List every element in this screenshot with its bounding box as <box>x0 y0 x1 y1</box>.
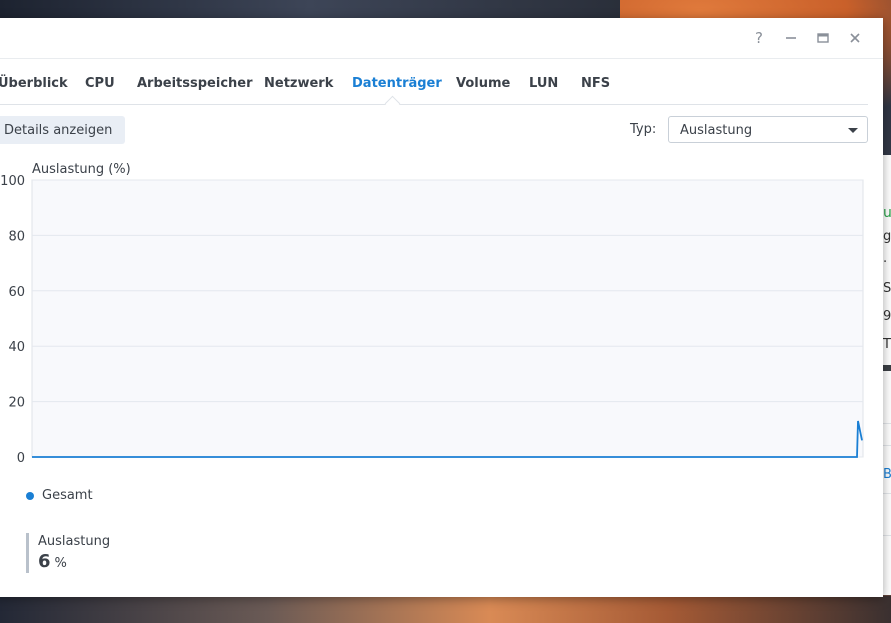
close-glyph <box>850 33 860 43</box>
y-tick-label: 20 <box>8 396 25 411</box>
background-text-fragment: g <box>883 229 891 244</box>
background-text-fragment: S <box>883 281 891 296</box>
y-tick-label: 60 <box>8 285 25 300</box>
y-tick-label: 0 <box>17 451 25 466</box>
tab-nfs[interactable]: NFS <box>581 76 610 91</box>
usage-metric: Auslastung 6% <box>26 533 110 573</box>
background-text-fragment: . <box>883 251 888 266</box>
tab-memory[interactable]: Arbeitsspeicher <box>137 76 253 91</box>
help-icon[interactable]: ? <box>749 28 769 48</box>
background-text-fragment: T <box>883 337 891 352</box>
chart-title: Auslastung (%) <box>32 162 131 177</box>
tab-disk[interactable]: Datenträger <box>352 76 442 91</box>
plot-area <box>31 179 864 458</box>
metric-label: Auslastung <box>38 534 111 549</box>
y-tick-label: 100 <box>0 174 25 189</box>
maximize-icon[interactable] <box>813 28 833 48</box>
usage-chart: Auslastung (%) 100 80 60 40 20 0 <box>0 162 864 466</box>
tab-bar: Überblick CPU Arbeitsspeicher Netzwerk D… <box>0 58 868 112</box>
desktop-wallpaper-bottom <box>0 596 891 623</box>
resource-monitor-window: ? Überblick CPU Arbeitsspeicher Netzwerk… <box>0 18 883 597</box>
tab-volume[interactable]: Volume <box>456 76 510 91</box>
active-tab-indicator <box>384 95 401 112</box>
type-label: Typ: <box>630 122 657 137</box>
chart-legend[interactable]: Gesamt <box>26 488 93 503</box>
chevron-down-icon <box>848 128 858 133</box>
legend-label: Gesamt <box>42 488 93 503</box>
tab-cpu[interactable]: CPU <box>85 76 115 91</box>
y-tick-label: 80 <box>8 229 25 244</box>
type-select-value: Auslastung <box>680 123 753 138</box>
type-select[interactable]: Auslastung <box>668 116 868 143</box>
tab-lun[interactable]: LUN <box>529 76 558 91</box>
details-button[interactable]: Details anzeigen <box>0 116 125 144</box>
metric-value: 6 <box>38 551 51 572</box>
minimize-glyph <box>786 37 796 39</box>
y-tick-label: 40 <box>8 340 25 355</box>
background-text-fragment: B/ <box>883 467 891 482</box>
chart-body: 100 80 60 40 20 0 <box>0 174 864 466</box>
legend-dot-icon <box>26 491 34 500</box>
maximize-glyph <box>817 33 829 43</box>
metric-unit: % <box>54 556 67 571</box>
tab-network[interactable]: Netzwerk <box>264 76 333 91</box>
tab-overview[interactable]: Überblick <box>0 76 68 91</box>
desktop-wallpaper-top <box>0 0 620 20</box>
window-titlebar[interactable]: ? <box>0 18 883 59</box>
background-text-fragment: u <box>883 205 891 221</box>
close-icon[interactable] <box>845 28 865 48</box>
background-text-fragment: 9 <box>883 309 891 324</box>
minimize-icon[interactable] <box>781 28 801 48</box>
